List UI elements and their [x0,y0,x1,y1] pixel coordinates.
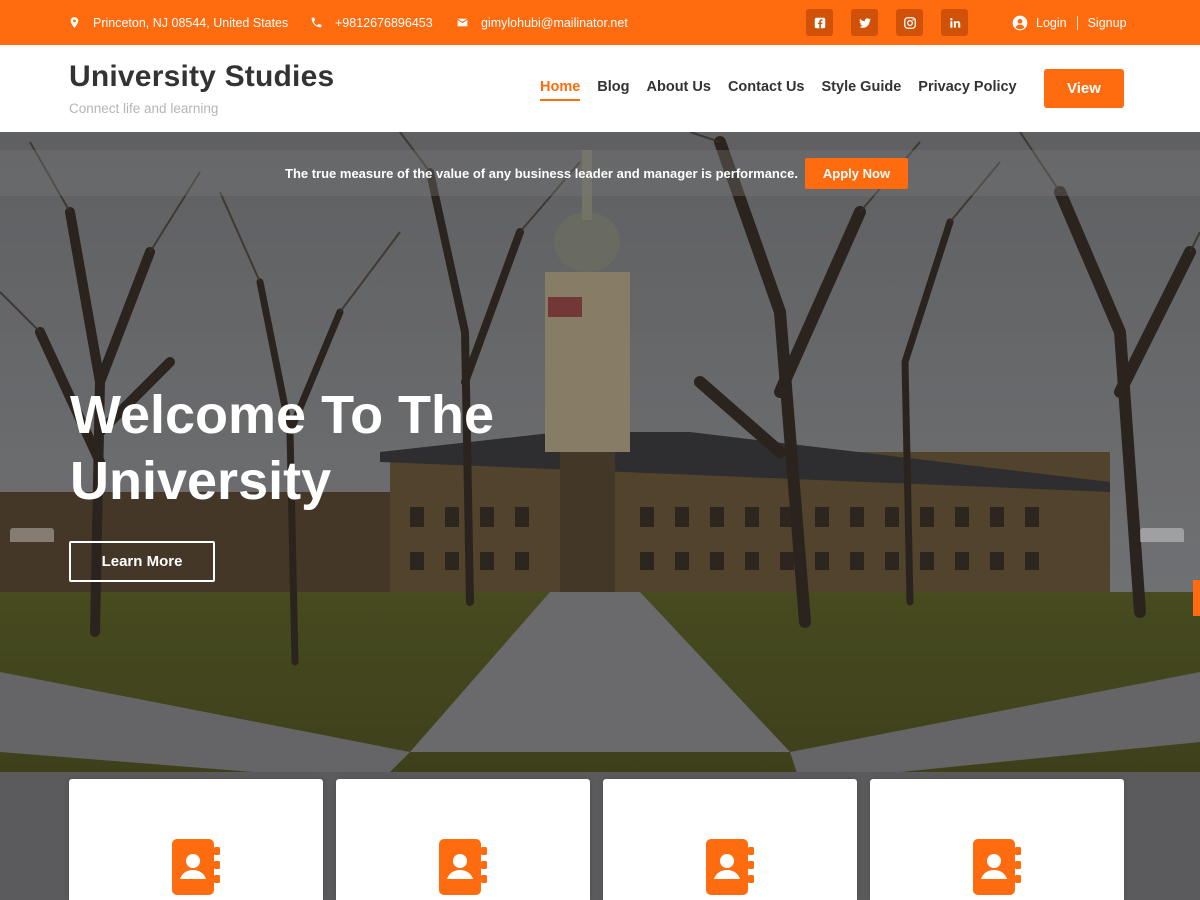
feature-card[interactable] [603,779,857,900]
hero-title: Welcome To The University [70,382,570,514]
site-tagline: Connect life and learning [69,101,219,116]
instagram-icon [903,16,917,30]
auth-divider [1076,15,1078,30]
nav-item-home[interactable]: Home [540,79,581,101]
contact-book-icon [439,839,487,895]
site-title[interactable]: University Studies [69,60,334,94]
signup-link[interactable]: Signup [1088,16,1127,30]
learn-more-button[interactable]: Learn More [69,541,215,582]
feature-card[interactable] [336,779,590,900]
view-button[interactable]: View [1044,69,1124,108]
top-bar: Princeton, NJ 08544, United States +9812… [0,0,1200,45]
contact-book-icon [973,839,1021,895]
nav-item-blog[interactable]: Blog [597,79,629,101]
linkedin-link[interactable] [941,9,968,36]
announcement-text: The true measure of the value of any bus… [285,165,798,181]
instagram-link[interactable] [896,9,923,36]
address-info: Princeton, NJ 08544, United States [68,0,288,45]
feature-card[interactable] [69,779,323,900]
slider-next-arrow[interactable] [1140,528,1184,542]
phone-icon [310,16,323,29]
hero-title-line-1: Welcome To The [70,385,495,445]
phone-text: +9812676896453 [335,15,433,30]
map-pin-icon [68,16,81,29]
announcement-bar: The true measure of the value of any bus… [0,150,1200,196]
site-header: University Studies Connect life and lear… [0,45,1200,132]
side-floating-tab[interactable] [1193,580,1200,616]
nav-item-style-guide[interactable]: Style Guide [822,79,902,101]
nav-item-about-us[interactable]: About Us [647,79,711,101]
twitter-link[interactable] [851,9,878,36]
login-link[interactable]: Login [1036,16,1067,30]
apply-now-button[interactable]: Apply Now [805,158,908,189]
envelope-icon [456,16,469,29]
feature-card[interactable] [870,779,1124,900]
linkedin-icon [948,16,962,30]
facebook-link[interactable] [806,9,833,36]
contact-book-icon [172,839,220,895]
nav-item-privacy-policy[interactable]: Privacy Policy [918,79,1016,101]
user-circle-icon [1012,15,1028,31]
phone-info[interactable]: +9812676896453 [310,0,433,45]
email-text: gimylohubi@mailinator.net [481,15,628,30]
slider-prev-arrow[interactable] [10,528,54,542]
twitter-icon [858,16,872,30]
facebook-icon [813,16,827,30]
nav-item-contact-us[interactable]: Contact Us [728,79,805,101]
contact-book-icon [706,839,754,895]
auth-links: Login Signup [1012,0,1127,45]
hero-title-line-2: University [70,451,332,511]
address-text: Princeton, NJ 08544, United States [93,15,289,30]
main-nav: Home Blog About Us Contact Us Style Guid… [540,79,1034,101]
email-info[interactable]: gimylohubi@mailinator.net [456,0,628,45]
